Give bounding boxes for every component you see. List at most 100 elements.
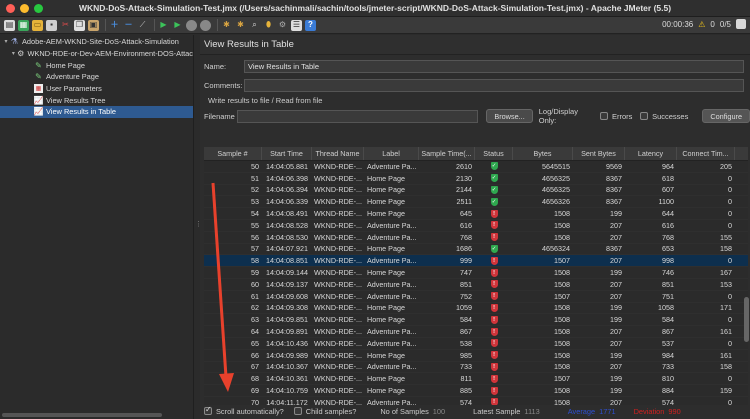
thread-count: 0/5 <box>719 19 731 29</box>
close-window-button[interactable] <box>6 4 15 13</box>
table-cell: 8367 <box>606 185 622 195</box>
open-icon[interactable]: ▭ <box>32 19 43 31</box>
child-samples-checkbox[interactable] <box>293 407 302 415</box>
column-header[interactable]: Sample Time(... <box>419 147 475 160</box>
table-row[interactable]: 67 14:04:10.367 WKND-RDE-... Adventure Pa..… <box>204 362 748 374</box>
new-icon[interactable]: ▤ <box>4 19 15 31</box>
browse-button[interactable]: Browse... <box>486 109 533 123</box>
shutdown-icon[interactable] <box>200 19 211 31</box>
paste-icon[interactable]: ▣ <box>88 19 99 31</box>
table-cell: 1508 <box>554 268 570 278</box>
column-header[interactable]: Label <box>364 147 419 160</box>
table-cell: 1508 <box>554 362 570 372</box>
table-vertical-scrollbar[interactable] <box>744 147 749 405</box>
copy-icon[interactable]: ❐ <box>74 19 85 31</box>
clear-icon[interactable]: ✱ <box>221 20 232 31</box>
table-cell: 1686 <box>456 244 472 254</box>
table-row[interactable]: 54 14:04:08.491 WKND-RDE-... Home Page 645! 1… <box>204 208 748 220</box>
clear-all-icon[interactable]: ✱ <box>235 20 246 31</box>
tree-item-view-results-table[interactable]: 📈 View Results in Table <box>0 106 193 118</box>
column-header[interactable]: Connect Tim... <box>677 147 735 160</box>
table-row[interactable]: 55 14:04:08.528 WKND-RDE-... Adventure Pa..… <box>204 220 748 232</box>
table-cell: 158 <box>720 362 732 372</box>
help-icon[interactable]: ? <box>305 19 316 31</box>
table-row[interactable]: 68 14:04:10.361 WKND-RDE-... Home Page 811! 1… <box>204 373 748 386</box>
table-row[interactable]: 56 14:04:08.530 WKND-RDE-... Adventure Pa..… <box>204 232 748 244</box>
filename-field[interactable] <box>236 109 479 123</box>
table-cell: 2511 <box>456 197 472 207</box>
table-row[interactable]: 62 14:04:09.308 WKND-RDE-... Home Page 1059!… <box>204 303 748 315</box>
successes-checkbox[interactable] <box>640 112 649 120</box>
table-row[interactable]: 69 14:04:10.759 WKND-RDE-... Home Page 885! 1… <box>204 385 748 397</box>
table-row[interactable]: 58 14:04:08.851 WKND-RDE-... Adventure Pa..… <box>204 255 748 268</box>
table-cell: 768 <box>460 232 472 242</box>
column-header[interactable]: Bytes <box>513 147 573 160</box>
start-icon[interactable]: ▶ <box>158 20 169 31</box>
name-field[interactable]: View Results in Table <box>244 60 744 73</box>
table-row[interactable]: 60 14:04:09.137 WKND-RDE-... Adventure Pa..… <box>204 279 748 291</box>
column-header[interactable]: Status <box>475 147 513 160</box>
error-shield-icon: ! <box>490 315 498 324</box>
table-cell: 884 <box>662 386 674 396</box>
table-cell: 69 <box>251 386 259 396</box>
collapse-icon[interactable]: － <box>123 20 134 31</box>
table-row[interactable]: 64 14:04:09.891 WKND-RDE-... Adventure Pa..… <box>204 326 748 338</box>
table-row[interactable]: 59 14:04:09.144 WKND-RDE-... Home Page 747! 1… <box>204 267 748 279</box>
stop-icon[interactable] <box>186 19 197 31</box>
results-table[interactable]: Sample # Start Time Thread Name Label Sample… <box>204 147 748 405</box>
table-cell: Home Page <box>367 209 405 219</box>
scroll-automatically-checkbox[interactable] <box>204 405 212 415</box>
errors-checkbox[interactable] <box>600 112 608 120</box>
column-header[interactable]: Thread Name <box>312 147 364 160</box>
tree-item-home-page[interactable]: ✎ Home Page <box>0 59 193 71</box>
table-row[interactable]: 61 14:04:09.608 WKND-RDE-... Adventure Pa..… <box>204 291 748 303</box>
collapse-toggle-icon[interactable]: ▾ <box>10 50 17 57</box>
column-header[interactable]: Sent Bytes <box>573 147 625 160</box>
tree-item-adventure-page[interactable]: ✎ Adventure Page <box>0 71 193 83</box>
table-row[interactable]: 65 14:04:10.436 WKND-RDE-... Adventure Pa..… <box>204 338 748 350</box>
table-row[interactable]: 63 14:04:09.851 WKND-RDE-... Home Page 584! 1… <box>204 314 748 327</box>
table-cell: 1508 <box>554 303 570 313</box>
comments-field[interactable] <box>244 79 744 92</box>
table-row[interactable]: 53 14:04:06.339 WKND-RDE-... Home Page 2511 ✓… <box>204 196 748 209</box>
table-row[interactable]: 50 14:04:05.881 WKND-RDE-... Adventure Pa..… <box>204 161 748 173</box>
cut-icon[interactable]: ✂ <box>60 20 71 31</box>
table-cell: 653 <box>662 244 674 254</box>
warning-icon[interactable]: ⚠ <box>698 20 705 29</box>
tree-item-thread-group[interactable]: ▾ ⚙ WKND-RDE-or-Dev-AEM-Environment-DOS-… <box>0 48 193 60</box>
table-cell: 52 <box>251 185 259 195</box>
start-no-pauses-icon[interactable]: ▶ <box>172 20 183 31</box>
table-row[interactable]: 57 14:04:07.921 WKND-RDE-... Home Page 1686 ✓… <box>204 244 748 256</box>
scrollbar-thumb[interactable] <box>744 297 749 342</box>
tree-item-test-plan[interactable]: ▾ ⚗ Adobe-AEM-WKND-Site-DoS-Attack-Simul… <box>0 36 193 48</box>
maximize-window-button[interactable] <box>34 4 43 13</box>
toggle-icon[interactable]: ⟋ <box>137 20 148 31</box>
save-icon[interactable]: ▪ <box>46 19 57 31</box>
collapse-toggle-icon[interactable]: ▾ <box>2 38 10 45</box>
table-cell: 153 <box>720 279 732 289</box>
table-cell: 0 <box>728 315 732 325</box>
table-cell: 51 <box>251 173 259 183</box>
tree-item-view-results-tree[interactable]: 📈 View Results Tree <box>0 94 193 106</box>
table-cell: 161 <box>720 350 732 360</box>
column-header[interactable]: Latency <box>625 147 677 160</box>
table-cell: 751 <box>662 291 674 301</box>
tree-item-user-parameters[interactable]: ▦ User Parameters <box>0 83 193 95</box>
column-header[interactable]: Sample # <box>204 147 262 160</box>
list-icon[interactable]: ☰ <box>291 19 302 31</box>
templates-icon[interactable]: ▦ <box>18 19 29 31</box>
table-row[interactable]: 52 14:04:06.394 WKND-RDE-... Home Page 2144 ✓… <box>204 185 748 197</box>
configure-button[interactable]: Configure <box>702 109 750 123</box>
expand-icon[interactable]: ＋ <box>109 20 120 31</box>
table-cell: 14:04:06.394 <box>266 185 308 195</box>
search-icon[interactable]: ⌕ <box>249 20 260 31</box>
table-row[interactable]: 66 14:04:09.989 WKND-RDE-... Home Page 985! 1… <box>204 350 748 362</box>
status-cell: ! <box>475 267 513 278</box>
tree-horizontal-scrollbar[interactable] <box>2 413 162 417</box>
function-helper-icon[interactable]: ⚙ <box>277 20 288 31</box>
minimize-window-button[interactable] <box>20 4 29 13</box>
table-row[interactable]: 51 14:04:06.398 WKND-RDE-... Home Page 2130 ✓… <box>204 173 748 185</box>
table-cell: 64 <box>251 327 259 337</box>
column-header[interactable]: Start Time <box>262 147 312 160</box>
reset-search-icon[interactable]: ⬮ <box>263 20 274 31</box>
